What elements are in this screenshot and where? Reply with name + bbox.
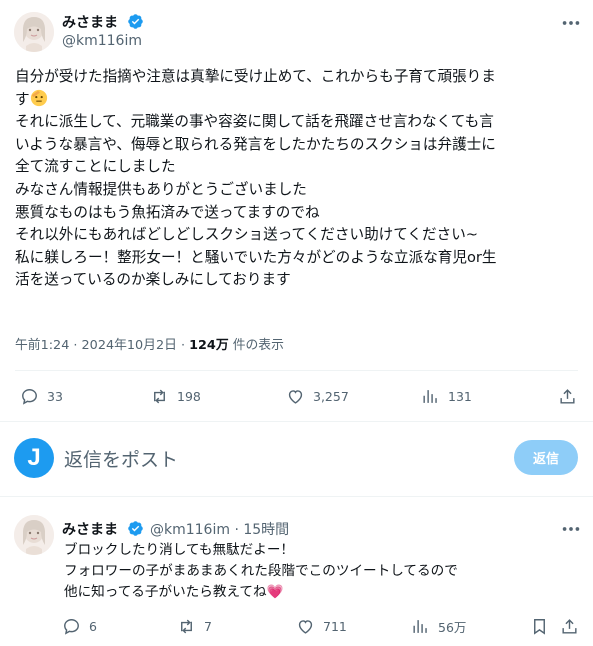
heart-icon — [288, 390, 303, 404]
views-action-count: 131 — [448, 389, 472, 404]
retweet-action[interactable]: 7 — [177, 617, 212, 636]
share-icon — [562, 619, 577, 634]
tweet-line: 自分が受けた指摘や注意は真摯に受け止めて、これからも子育て頑張りま — [15, 68, 496, 85]
reply-input[interactable]: 返信をポスト — [64, 445, 178, 472]
views-action[interactable]: 56万 — [411, 617, 466, 636]
reply-button[interactable]: 返信 — [514, 440, 578, 475]
tweet-line: 全て流すことにしました — [15, 158, 176, 176]
reply-count: 33 — [47, 389, 63, 404]
author-handle[interactable]: @km116im — [62, 33, 142, 49]
share-icon — [560, 389, 575, 404]
retweet-icon — [154, 389, 165, 404]
reply-tweet-text: ブロックしたり消しても無駄だよー！ フォロワーの子がまあまあくれた段階でこのツイ… — [64, 540, 458, 603]
reply-icon — [64, 619, 79, 635]
tweet-line: みなさん情報提供もありがとうございました — [15, 180, 307, 198]
author-name[interactable]: みさまま — [62, 12, 118, 32]
views-action[interactable]: 131 — [421, 387, 472, 406]
reply-action[interactable]: 33 — [20, 387, 63, 406]
verified-badge-icon — [128, 521, 143, 536]
tweet-line: 活を送っているのか楽しみにしております — [15, 271, 291, 289]
share-action[interactable] — [560, 617, 587, 636]
views-chart-icon — [413, 620, 427, 633]
tweet-line: す — [15, 89, 583, 112]
views-count: 56万 — [438, 620, 467, 635]
more-options-icon[interactable] — [560, 518, 582, 540]
bookmark-icon — [534, 619, 545, 635]
avatar-illustration-icon — [14, 12, 54, 52]
bookmark-action[interactable] — [530, 617, 557, 636]
heart-icon — [298, 620, 313, 634]
avatar[interactable] — [14, 12, 54, 52]
like-count: 711 — [323, 619, 347, 634]
composer-avatar[interactable]: J — [14, 438, 54, 478]
like-action[interactable]: 711 — [296, 617, 347, 636]
retweet-icon — [181, 619, 192, 634]
tweet-line: それに派生して、元職業の事や容姿に関して話を飛躍させ言わなくても言 — [15, 113, 494, 131]
tweet-line: フォロワーの子がまあまあくれた段階でこのツイートしてるので — [64, 563, 458, 579]
retweet-action[interactable]: 198 — [150, 387, 201, 406]
pink-heart-emoji: 💗 — [266, 584, 284, 600]
reply-count: 6 — [89, 619, 97, 634]
retweet-count: 7 — [204, 619, 212, 634]
share-action[interactable] — [558, 387, 585, 406]
tweet-line: 悪質なものはもう魚拓済みで送ってますのでね — [15, 203, 320, 221]
tweet-line: ブロックしたり消しても無駄だよー！ — [64, 542, 295, 558]
like-count: 3,257 — [313, 389, 349, 404]
divider — [0, 496, 593, 497]
tweet-text: 自分が受けた指摘や注意は真摯に受け止めて、これからも子育て頑張りま す それに派… — [15, 66, 583, 292]
tweet-line: それ以外にもあればどしどしスクショ送ってください助けてください~ — [15, 226, 479, 244]
tweet-line: 他に知ってる子がいたら教えてね💗 — [64, 584, 284, 600]
like-action[interactable]: 3,257 — [286, 387, 349, 406]
tweet-meta: 午前1:24 · 2024年10月2日 · 124万 件の表示 — [15, 334, 284, 353]
reply-author-avatar[interactable] — [14, 515, 54, 555]
reply-time[interactable]: · 15時間 — [234, 522, 289, 538]
retweet-count: 198 — [177, 389, 201, 404]
avatar-illustration-icon — [14, 515, 54, 555]
tweet-line: いような暴言や、侮辱と取られる発言をしたかたちのスクショは弁護士に — [15, 135, 496, 153]
views-chart-icon — [423, 390, 437, 403]
timestamp[interactable]: 午前1:24 · 2024年10月2日 · — [15, 338, 189, 353]
saluting-face-emoji-icon — [30, 89, 47, 106]
reply-action[interactable]: 6 — [62, 617, 97, 636]
more-options-icon[interactable] — [560, 12, 582, 34]
views-count[interactable]: 124万 — [189, 338, 229, 353]
divider — [15, 370, 578, 371]
verified-badge-icon — [128, 14, 143, 29]
reply-icon — [22, 389, 37, 405]
reply-author-handle[interactable]: @km116im · 15時間 — [150, 519, 289, 539]
views-label: 件の表示 — [228, 338, 284, 353]
reply-author-name[interactable]: みさまま — [62, 519, 118, 539]
divider — [0, 421, 593, 422]
tweet-line: 私に躾しろー！整形女ー！と騒いでいた方々がどのような立派な育児or生 — [15, 248, 497, 266]
